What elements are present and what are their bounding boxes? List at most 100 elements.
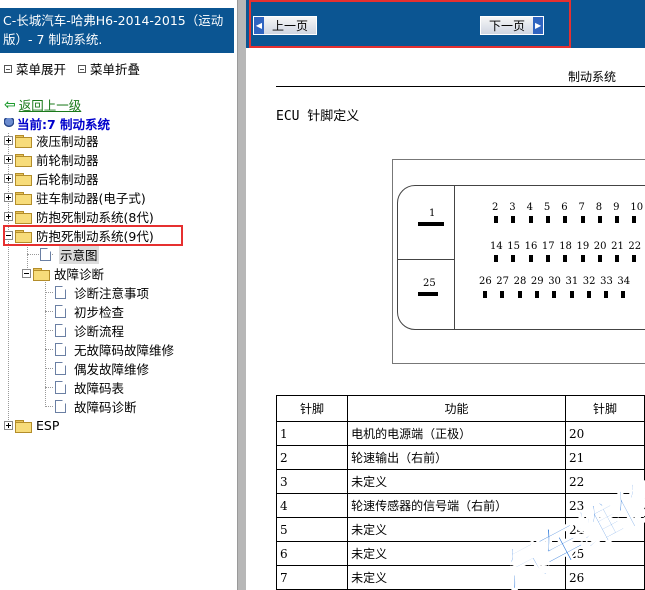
tree-item-front-brake[interactable]: 前轮制动器 [4,150,99,169]
pin-terminal [494,255,498,262]
table-row: 3 未定义 22 [275,469,645,494]
pin-label: 25 [423,278,436,289]
tree-item-label: 防抱死制动系统(8代) [36,210,154,225]
tree-item-diag-flow[interactable]: 诊断流程 [55,321,124,340]
table-cell: 1 [275,421,349,446]
pin-terminal [621,291,626,298]
table-cell: 5 [275,517,349,542]
tree-item-label: 前轮制动器 [36,153,99,168]
pin-terminal [615,216,620,223]
pin-terminal [545,216,550,223]
location-pin-icon [4,117,14,130]
tree-item-parking-brake[interactable]: 驻车制动器(电子式) [4,188,146,207]
pin-label: 32 [582,276,596,287]
tree-item-label: 驻车制动器(电子式) [36,191,146,206]
table-row: 1 电机的电源端（正极） 20 [275,421,645,446]
pin-terminal [534,291,539,298]
pin-label: 4 [526,202,533,213]
pin-label: 6 [561,202,568,213]
expand-icon[interactable] [4,193,13,202]
folder-icon [15,172,32,186]
tree-item-diagnosis[interactable]: 故障诊断 [22,264,104,283]
document-page: 制动系统 ECU 针脚定义 1 25 2 3 4 5 6 7 8 9 10 14 15 16 17 18 19 2… [246,48,645,590]
expand-icon[interactable] [4,421,13,430]
pin-label: 22 [628,241,642,252]
document-icon [55,343,66,356]
tree-item-intermittent-repair[interactable]: 偶发故障维修 [55,359,149,378]
tree-item-esp[interactable]: ESP [4,416,59,435]
table-cell: 22 [564,469,645,494]
expand-icon[interactable] [4,212,13,221]
pin-terminal [500,291,505,298]
collapse-icon[interactable] [22,269,31,278]
tree-item-rear-brake[interactable]: 后轮制动器 [4,169,99,188]
table-header-row: 针脚 功能 针脚 [275,395,645,422]
tree-item-dtc-diag[interactable]: 故障码诊断 [55,397,137,416]
document-icon [55,286,66,299]
table-cell: 电机的电源端（正极） [347,421,566,446]
table-cell: 26 [564,565,645,590]
pin-terminal [483,291,487,298]
pin-label: 18 [559,241,572,252]
back-link[interactable]: 返回上一级 [19,95,82,114]
pin-terminal [569,291,574,298]
tree-item-abs-8[interactable]: 防抱死制动系统(8代) [4,207,154,226]
pin-label: 16 [524,241,538,252]
pin-label: 3 [509,202,516,213]
table-cell: 未定义 [347,565,566,590]
document-heading: ECU 针脚定义 [276,109,360,124]
table-row: 6 未定义 25 [275,541,645,566]
folder-icon [15,153,32,167]
open-folder-icon [33,267,50,281]
document-icon [55,362,66,375]
back-row: ⇦ 返回上一级 [4,95,81,114]
page-nav-bar: ◀ 上一页 下一页 ▶ [246,0,645,48]
table-cell: 轮速传感器的信号端（右前） [347,493,566,518]
table-cell: 25 [564,541,645,566]
tree-item-label: 故障诊断 [54,267,105,282]
tree-item-dtc-table[interactable]: 故障码表 [55,378,124,397]
collapse-all-button[interactable]: 菜单折叠 [78,59,140,78]
pin-definition-table: 针脚 功能 针脚 1 电机的电源端（正极） 20 2 轮速输出（右前） 21 3 未定义 2… [275,395,645,590]
pin-terminal [604,291,609,298]
expand-all-label: 菜单展开 [16,62,67,77]
document-icon [55,305,66,318]
tree-item-diag-notes[interactable]: 诊断注意事项 [55,283,149,302]
pin-terminal [580,216,585,223]
collapse-all-icon [78,64,86,73]
content-panel: ◀ 上一页 下一页 ▶ 制动系统 ECU 针脚定义 1 25 2 3 4 5 6 7 8 9 10 1… [246,0,645,590]
panel-splitter[interactable] [237,0,246,590]
tree-item-label: 诊断注意事项 [74,286,150,301]
pin-label: 30 [548,276,561,287]
table-cell: 6 [275,541,349,566]
tree-item-label: 初步检查 [74,305,125,320]
pin-terminal [545,255,550,262]
tree-item-no-dtc-repair[interactable]: 无故障码故障维修 [55,340,174,359]
tree-item-label: 偶发故障维修 [74,362,150,377]
pin-label: 14 [490,241,503,252]
tree-item-label: 故障码诊断 [74,400,137,415]
pin-label: 5 [543,202,551,213]
pin-terminal [597,255,602,262]
tree-item-hydraulic-brake[interactable]: 液压制动器 [4,131,99,150]
tree-item-schematic[interactable]: 示意图 [40,245,99,264]
table-row: 4 轮速传感器的信号端（右前） 23 [275,493,645,518]
collapse-all-label: 菜单折叠 [90,62,141,77]
header-rule [276,86,645,87]
column-header: 针脚 [275,395,349,422]
expand-icon[interactable] [4,155,13,164]
tree-item-initial-check[interactable]: 初步检查 [55,302,124,321]
highlight-box [3,225,183,246]
tree-item-label: 无故障码故障维修 [74,343,175,358]
pin-label: 17 [541,241,555,252]
table-cell: 23 [564,493,645,518]
expand-icon[interactable] [4,136,13,145]
document-icon [55,400,66,413]
expand-all-button[interactable]: 菜单展开 [4,59,66,78]
column-header: 功能 [347,395,566,422]
expand-icon[interactable] [4,174,13,183]
pin-label: 8 [595,202,603,213]
pin-terminal [632,255,637,262]
table-cell: 未定义 [347,517,566,542]
pin-terminal [563,216,568,223]
